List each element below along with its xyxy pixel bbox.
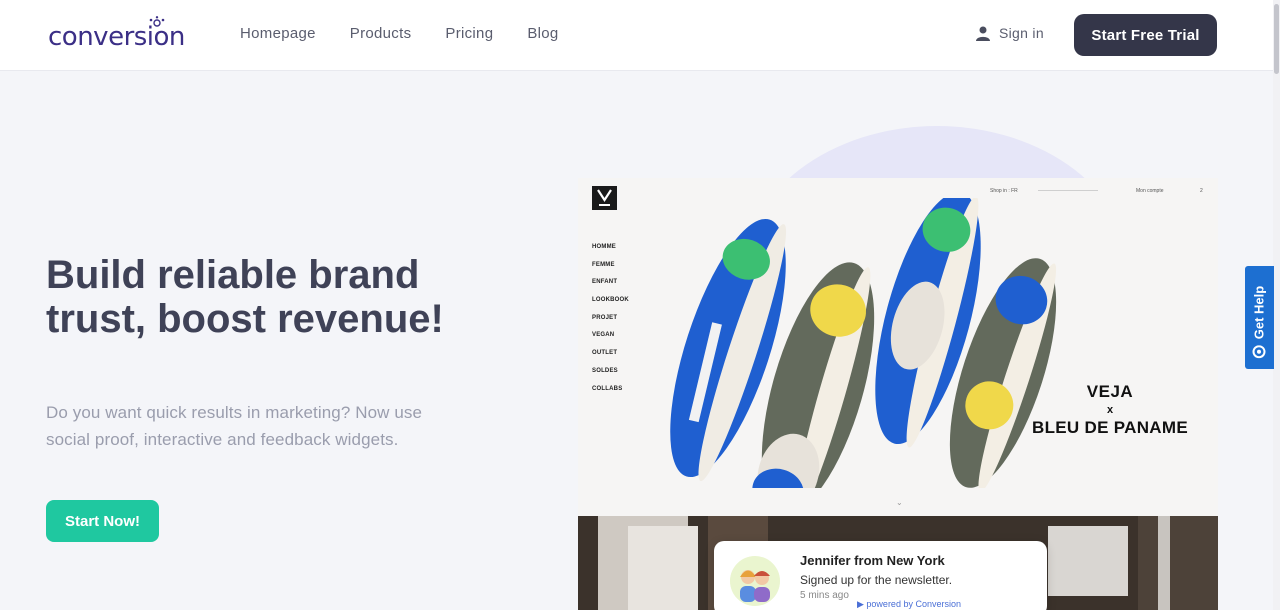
mini-search-line <box>1038 190 1098 191</box>
sneakers-image <box>670 198 1057 488</box>
mini-menu-item: COLLABS <box>592 385 623 392</box>
mini-menu-item: ENFANT <box>592 279 618 286</box>
nav-products[interactable]: Products <box>350 25 412 42</box>
mini-cart-count: 2 <box>1200 188 1203 194</box>
start-free-trial-button[interactable]: Start Free Trial <box>1074 14 1217 56</box>
notification-name: Jennifer from New York <box>800 553 945 568</box>
user-icon <box>976 26 990 41</box>
mini-menu-item: VEGAN <box>592 332 615 339</box>
scrollbar-thumb[interactable] <box>1274 4 1279 74</box>
page-scrollbar[interactable] <box>1273 0 1280 610</box>
mini-shop-link: Shop in : FR <box>990 188 1018 194</box>
main-nav: Homepage Products Pricing Blog <box>240 25 559 42</box>
powered-by-label: powered by Conversion <box>866 599 961 609</box>
sign-in-link[interactable]: Sign in <box>976 25 1044 41</box>
collab-title: VEJA x BLEU DE PANAME <box>1030 382 1190 438</box>
mini-menu-item: SOLDES <box>592 367 618 374</box>
avatar <box>730 556 780 606</box>
conversion-logo[interactable]: conversion <box>48 16 198 52</box>
mini-menu-item: PROJET <box>592 314 618 321</box>
veja-site-preview: Shop in : FR Mon compte 2 HOMME FEMME EN… <box>578 178 1218 516</box>
mini-account-link: Mon compte <box>1136 188 1164 194</box>
get-help-label: Get Help <box>1251 285 1267 340</box>
powered-by-link[interactable]: ▶ powered by Conversion <box>857 599 961 610</box>
nav-pricing[interactable]: Pricing <box>445 25 493 42</box>
site-header: conversion Homepage Products Pricing Blo… <box>0 0 1280 71</box>
notification-time: 5 mins ago <box>800 590 849 601</box>
help-circle-icon <box>1252 345 1266 359</box>
megaphone-icon: ▶ <box>857 599 867 609</box>
mini-menu: HOMME FEMME ENFANT LOOKBOOK PROJET VEGAN… <box>592 244 629 403</box>
nav-blog[interactable]: Blog <box>527 25 558 42</box>
notification-message: Signed up for the newsletter. <box>800 573 953 587</box>
get-help-content: Get Help <box>1251 285 1267 359</box>
sign-in-label: Sign in <box>999 25 1044 41</box>
hero-headline: Build reliable brand trust, boost revenu… <box>46 253 444 341</box>
veja-logo <box>592 186 617 210</box>
nav-homepage[interactable]: Homepage <box>240 25 316 42</box>
mini-menu-item: LOOKBOOK <box>592 297 629 304</box>
mini-menu-item: HOMME <box>592 244 616 250</box>
collab-x: x <box>1106 404 1114 416</box>
get-help-tab[interactable]: Get Help <box>1245 266 1274 369</box>
social-proof-notification[interactable]: Jennifer from New York Signed up for the… <box>714 541 1047 610</box>
logo-sparkle-icon <box>149 16 165 27</box>
collab-line-2: BLEU DE PANAME <box>1032 418 1188 437</box>
hero-subtext: Do you want quick results in marketing? … <box>46 403 423 449</box>
start-now-button[interactable]: Start Now! <box>46 500 159 542</box>
chevron-down-icon: ⌄ <box>896 498 903 507</box>
collab-line-1: VEJA <box>1086 382 1134 401</box>
mini-menu-item: OUTLET <box>592 350 618 357</box>
mini-menu-item: FEMME <box>592 261 615 268</box>
